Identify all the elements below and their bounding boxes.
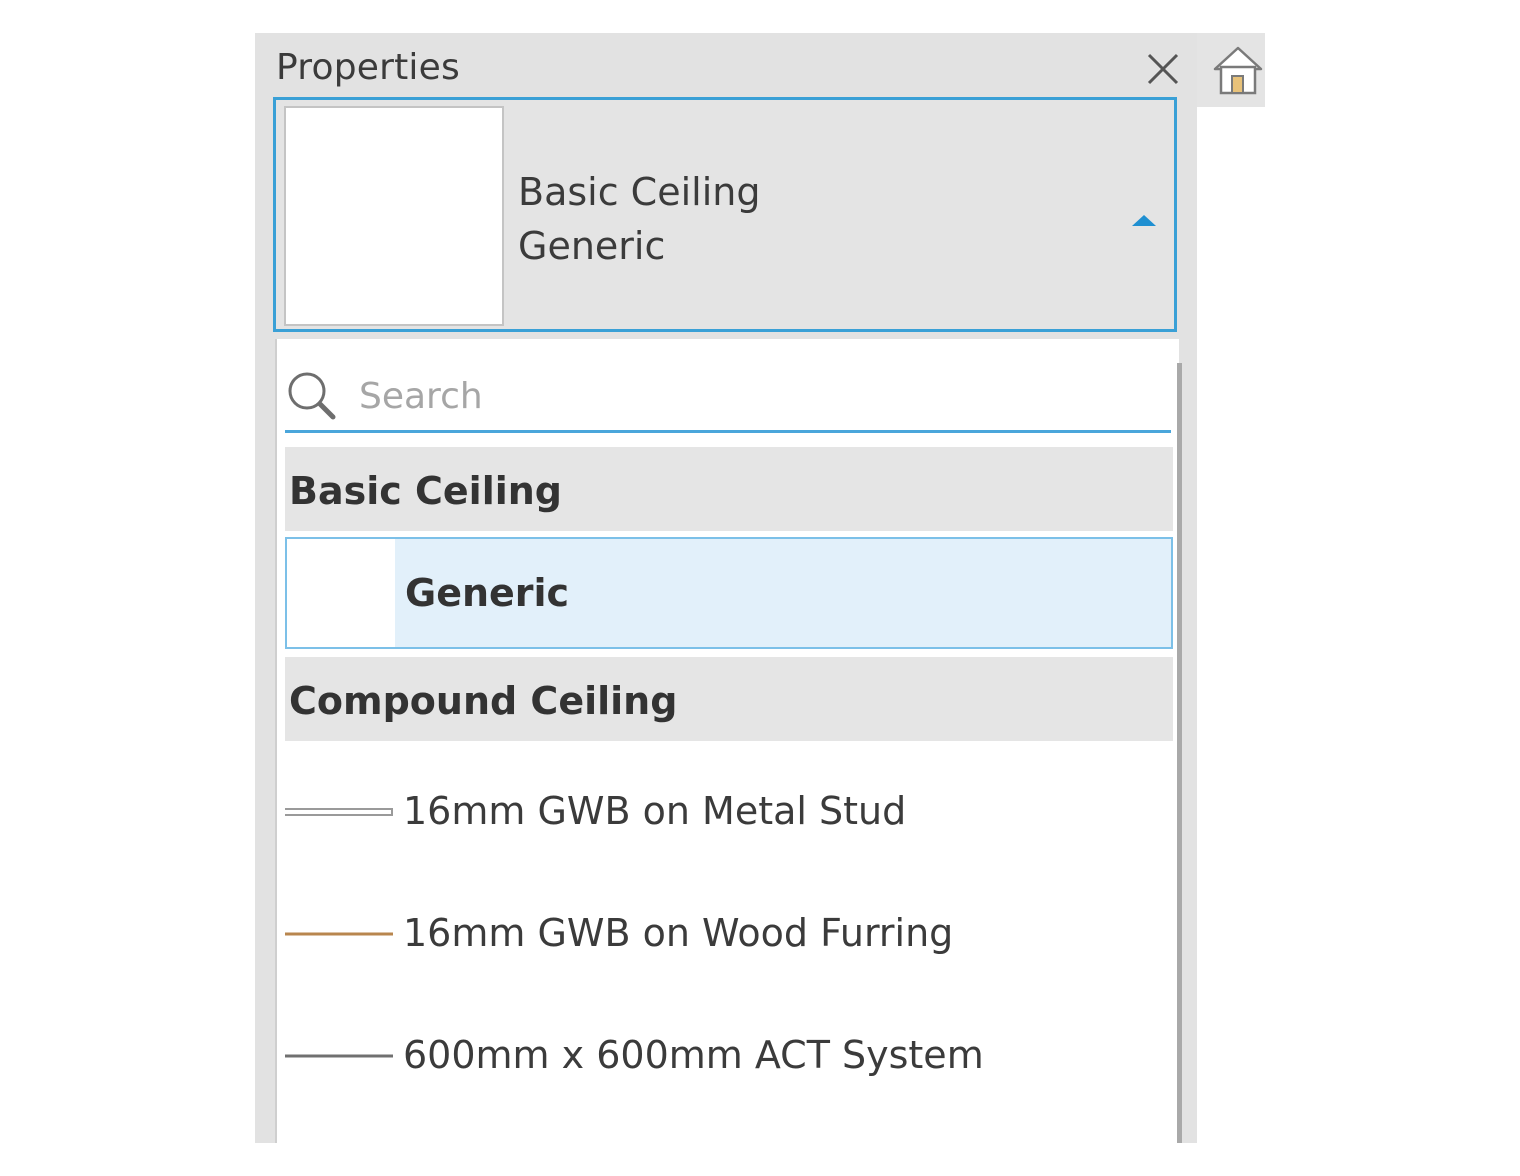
type-family-name: Basic Ceiling [518,170,761,214]
search-row [285,361,1171,433]
type-dropdown-list: Basic Ceiling Generic Compound Ceiling 1… [275,339,1179,1143]
double-gray-line-icon [285,808,393,816]
type-name: Generic [518,224,666,268]
search-input[interactable] [357,367,1161,425]
panel-title: Properties [276,47,460,88]
dropdown-scrollbar[interactable] [1177,363,1182,1143]
view-toolbar [1197,33,1265,107]
list-item-label: Generic [405,571,570,615]
list-item-label: 600mm x 600mm ACT System [403,1033,984,1077]
gray-line-icon [285,1054,393,1058]
type-preview-image [284,106,504,326]
list-item-16mm-gwb-wood-furring[interactable]: 16mm GWB on Wood Furring [285,879,1173,991]
properties-panel: Properties Basic Ceiling Generic Basic C… [255,33,1197,1143]
group-header-basic-ceiling: Basic Ceiling [285,447,1173,531]
wood-line-icon [285,932,393,936]
group-header-compound-ceiling: Compound Ceiling [285,657,1173,741]
list-item-600mm-act-system[interactable]: 600mm x 600mm ACT System [285,1001,1173,1113]
list-item-label: 16mm GWB on Metal Stud [403,789,907,833]
item-thumbnail [287,539,395,647]
close-button[interactable] [1143,49,1183,89]
group-header-label: Basic Ceiling [289,469,562,513]
search-icon [288,372,336,420]
chevron-up-icon[interactable] [1130,212,1158,228]
list-item-label: 16mm GWB on Wood Furring [403,911,954,955]
group-header-label: Compound Ceiling [289,679,678,723]
list-item-16mm-gwb-metal-stud[interactable]: 16mm GWB on Metal Stud [285,757,1173,869]
home-icon[interactable] [1211,43,1265,97]
type-selector[interactable]: Basic Ceiling Generic [273,97,1177,332]
panel-titlebar: Properties [255,33,1197,99]
close-icon [1147,53,1179,85]
list-item-generic[interactable]: Generic [285,537,1173,649]
